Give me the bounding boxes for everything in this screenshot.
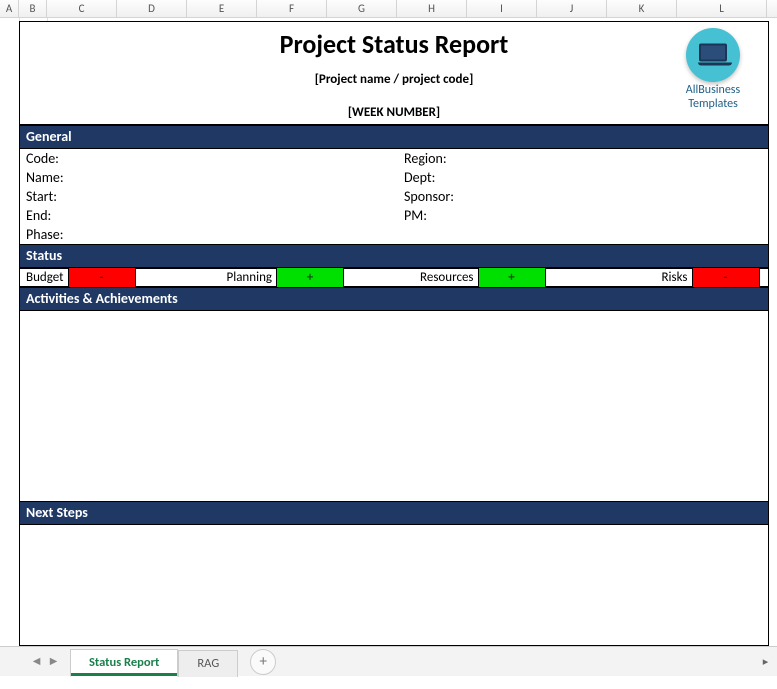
logo-text-1: AllBusiness <box>686 83 740 97</box>
status-risks-indicator: - <box>692 268 760 287</box>
field-end-label: End: <box>20 206 398 225</box>
hscroll-right-icon[interactable]: ▸ <box>758 654 773 669</box>
col-header-I[interactable]: I <box>467 0 537 17</box>
report-week: [WEEK NUMBER] <box>20 105 768 120</box>
status-row: Budget - Planning + Resources + Risks - <box>20 268 768 287</box>
field-pm-label: PM: <box>398 206 768 225</box>
col-header-B[interactable]: B <box>19 0 47 17</box>
column-headers: A B C D E F G H I J K L <box>0 0 777 18</box>
col-header-L[interactable]: L <box>677 0 767 17</box>
col-header-K[interactable]: K <box>607 0 677 17</box>
col-header-G[interactable]: G <box>327 0 397 17</box>
field-phase-label: Phase: <box>20 225 398 244</box>
tab-nav-prev-icon[interactable]: ◄ <box>30 655 43 668</box>
col-header-C[interactable]: C <box>47 0 117 17</box>
title-area: Project Status Report [Project name / pr… <box>20 22 768 125</box>
col-header-E[interactable]: E <box>187 0 257 17</box>
tab-nav-controls: ◄ ► <box>30 655 60 668</box>
general-body: Code: Region: Name: Dept: Start: Sponsor… <box>20 149 768 244</box>
field-region-label: Region: <box>398 149 768 168</box>
col-header-F[interactable]: F <box>257 0 327 17</box>
status-resources-label: Resources <box>414 270 477 285</box>
col-header-H[interactable]: H <box>397 0 467 17</box>
field-start-label: Start: <box>20 187 398 206</box>
logo-circle-icon <box>686 28 740 82</box>
field-dept-label: Dept: <box>398 168 768 187</box>
add-sheet-button[interactable]: + <box>250 649 276 675</box>
tab-nav-next-icon[interactable]: ► <box>47 655 60 668</box>
col-header-J[interactable]: J <box>537 0 607 17</box>
laptop-icon <box>698 44 728 66</box>
logo-text-2: Templates <box>688 97 738 111</box>
status-planning-indicator: + <box>276 268 344 287</box>
status-risks-label: Risks <box>656 270 692 285</box>
field-code-label: Code: <box>20 149 398 168</box>
status-budget-label: Budget <box>20 270 68 285</box>
tab-rag[interactable]: RAG <box>178 650 238 677</box>
report-title: Project Status Report <box>20 22 768 60</box>
report-subtitle: [Project name / project code] <box>20 72 768 87</box>
section-header-nextsteps: Next Steps <box>20 501 768 525</box>
status-planning-label: Planning <box>221 270 277 285</box>
section-header-activities: Activities & Achievements <box>20 287 768 311</box>
col-header-D[interactable]: D <box>117 0 187 17</box>
status-resources-indicator: + <box>478 268 546 287</box>
field-sponsor-label: Sponsor: <box>398 187 768 206</box>
spreadsheet-grid[interactable]: Project Status Report [Project name / pr… <box>0 18 777 646</box>
section-header-general: General <box>20 125 768 149</box>
logo: AllBusiness Templates <box>666 28 760 111</box>
section-header-status: Status <box>20 244 768 268</box>
col-header-A[interactable]: A <box>0 0 19 17</box>
tab-status-report[interactable]: Status Report <box>70 649 178 677</box>
activities-body[interactable] <box>20 311 768 501</box>
report-region: Project Status Report [Project name / pr… <box>19 21 769 646</box>
sheet-tab-bar: ◄ ► Status Report RAG + ▸ <box>0 646 777 676</box>
field-name-label: Name: <box>20 168 398 187</box>
status-budget-indicator: - <box>68 268 136 287</box>
